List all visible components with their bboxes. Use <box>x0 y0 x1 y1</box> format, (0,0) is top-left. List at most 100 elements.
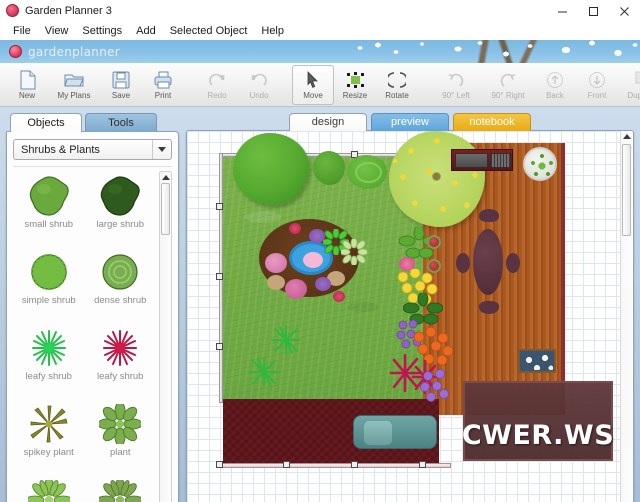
menu-item-view[interactable]: View <box>38 24 76 38</box>
object-item-plant-1[interactable]: plant <box>85 399 157 475</box>
floppy-disk-icon <box>112 69 130 90</box>
category-dropdown[interactable]: Shrubs & Plants <box>13 139 172 160</box>
spikey-star-icon <box>13 399 85 449</box>
border-flower-violet[interactable] <box>419 369 451 408</box>
object-item-simple-shrub[interactable]: simple shrub <box>13 247 85 323</box>
new-button[interactable]: New <box>6 65 48 105</box>
car[interactable] <box>353 415 437 449</box>
canvas-vertical-scrollbar[interactable] <box>620 131 633 502</box>
chair-top[interactable] <box>479 209 499 222</box>
object-item-plant-3[interactable]: plant <box>85 475 157 502</box>
scrollbar-thumb[interactable] <box>161 183 170 235</box>
send-back-icon <box>546 69 564 90</box>
scrollbar-track[interactable] <box>160 183 171 502</box>
flower-red[interactable] <box>333 291 345 302</box>
redo-button[interactable]: Redo <box>196 65 238 105</box>
menu-item-settings[interactable]: Settings <box>75 24 129 38</box>
scrollbar-track[interactable] <box>621 142 633 502</box>
front-label: Front <box>587 91 607 100</box>
flower-purple[interactable] <box>315 277 331 291</box>
bottom-edge[interactable] <box>219 463 451 468</box>
selection-handle[interactable] <box>216 273 223 280</box>
garden-plan[interactable]: CWER.WS <box>216 131 614 468</box>
object-item-spikey-plant[interactable]: spikey plant <box>13 399 85 475</box>
selection-handle[interactable] <box>419 461 426 468</box>
print-button[interactable]: Print <box>142 65 184 105</box>
bring-front-icon <box>588 69 606 90</box>
potted-plant[interactable] <box>523 147 557 181</box>
tab-preview[interactable]: preview <box>371 113 449 131</box>
object-item-leafy-shrub-green[interactable]: leafy shrub <box>13 323 85 399</box>
tab-objects[interactable]: Objects <box>10 113 82 132</box>
flower-tan[interactable] <box>267 275 285 290</box>
my-plans-label: My Plans <box>57 91 91 100</box>
flower-pink[interactable] <box>265 253 287 273</box>
move-button[interactable]: Move <box>292 65 334 105</box>
resize-label: Resize <box>342 91 368 100</box>
menu-item-selected-object[interactable]: Selected Object <box>163 24 255 38</box>
tab-tools[interactable]: Tools <box>85 113 157 132</box>
back-button[interactable]: Back <box>534 65 576 105</box>
chevron-down-icon[interactable] <box>152 140 171 159</box>
flower-box[interactable] <box>518 349 556 373</box>
ring-shrub[interactable] <box>347 155 387 189</box>
save-label: Save <box>111 91 131 100</box>
rotate-button[interactable]: Rotate <box>376 65 418 105</box>
title-bar: Garden Planner 3 <box>0 0 640 22</box>
save-button[interactable]: Save <box>100 65 142 105</box>
tab-notebook[interactable]: notebook <box>453 113 531 131</box>
chair-left[interactable] <box>456 253 470 273</box>
selection-handle[interactable] <box>216 203 223 210</box>
minimize-icon[interactable] <box>547 0 578 22</box>
rotate-left-button[interactable]: 90° Left <box>430 65 482 105</box>
selection-handle[interactable] <box>283 461 290 468</box>
object-label: simple shrub <box>21 295 76 306</box>
object-item-small-shrub[interactable]: small shrub <box>13 171 85 247</box>
close-icon[interactable] <box>609 0 640 22</box>
window-controls <box>547 0 640 22</box>
rotate-right-button[interactable]: 90° Right <box>482 65 534 105</box>
object-item-dense-shrub[interactable]: dense shrub <box>85 247 157 323</box>
small-pot-plant[interactable] <box>427 259 441 273</box>
flowering-tree[interactable] <box>389 131 485 227</box>
design-canvas[interactable]: CWER.WS <box>187 131 620 502</box>
dining-table[interactable] <box>473 229 503 295</box>
pale-star-plant[interactable] <box>339 237 369 270</box>
shrub-blob-icon <box>13 171 85 221</box>
small-pot-plant[interactable] <box>427 235 441 249</box>
printer-icon <box>153 69 173 90</box>
large-tree[interactable] <box>233 133 309 205</box>
object-item-plant-2[interactable]: plant <box>13 475 85 502</box>
selection-handle[interactable] <box>216 343 223 350</box>
menu-item-help[interactable]: Help <box>254 24 291 38</box>
bbq-grill[interactable] <box>451 149 513 171</box>
menu-item-file[interactable]: File <box>6 24 38 38</box>
front-button[interactable]: Front <box>576 65 618 105</box>
tab-design[interactable]: design <box>289 113 367 131</box>
lawn-spikey-plant[interactable] <box>247 357 281 392</box>
chair-bottom[interactable] <box>479 301 499 314</box>
duplicate-button[interactable]: Duplicate <box>618 65 640 105</box>
selection-handle[interactable] <box>351 461 358 468</box>
flower-red[interactable] <box>289 223 301 234</box>
flower-pink[interactable] <box>285 279 307 299</box>
my-plans-button[interactable]: My Plans <box>48 65 100 105</box>
resize-handles-icon <box>346 69 365 90</box>
resize-button[interactable]: Resize <box>334 65 376 105</box>
undo-button[interactable]: Undo <box>238 65 280 105</box>
selection-handle[interactable] <box>216 461 223 468</box>
toolbar-group-history: Redo Undo <box>196 65 280 106</box>
scroll-up-arrow-icon[interactable] <box>621 131 633 142</box>
gardenplanner-logo-icon <box>9 45 22 58</box>
objects-scrollbar[interactable] <box>159 171 172 502</box>
medium-tree[interactable] <box>313 151 345 185</box>
left-panel: Objects Tools Shrubs & Plants small shru… <box>0 107 184 502</box>
object-item-leafy-shrub-red[interactable]: leafy shrub <box>85 323 157 399</box>
scroll-up-arrow-icon[interactable] <box>160 172 171 183</box>
scrollbar-thumb[interactable] <box>622 144 631 236</box>
maximize-icon[interactable] <box>578 0 609 22</box>
chair-right[interactable] <box>506 253 520 273</box>
lawn-spikey-plant[interactable] <box>269 325 303 360</box>
object-item-large-shrub[interactable]: large shrub <box>85 171 157 247</box>
menu-item-add[interactable]: Add <box>129 24 163 38</box>
